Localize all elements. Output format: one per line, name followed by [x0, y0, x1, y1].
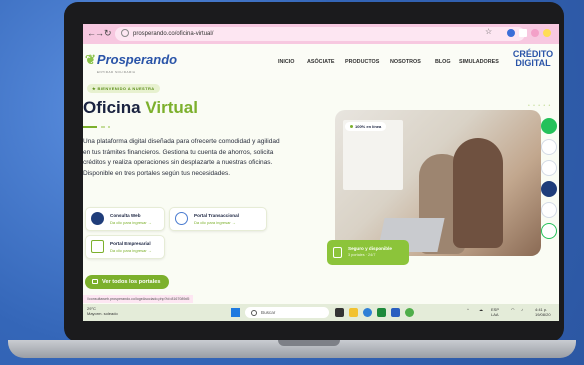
lock-icon	[333, 247, 342, 258]
logo-tagline: ENTIDAD SOLIDARIA	[97, 70, 136, 74]
laptop-notch	[278, 340, 340, 346]
portal-card-empresarial[interactable]: Portal Empresarial Da clic para ingresar…	[85, 235, 165, 259]
status-bar-url: //consultaweb.prosperando.co/logeAsociad…	[83, 295, 194, 303]
clock[interactable]: 4:41 p. 19/08/20	[535, 307, 551, 317]
quick-link-icon[interactable]	[541, 160, 557, 176]
browser-toolbar: ← → ↻ prosperando.co/oficina-virtual/ ☆	[83, 24, 559, 44]
nav-productos[interactable]: PRODUCTOS	[345, 59, 379, 65]
welcome-badge: ★ BIENVENIDO A NUESTRA	[87, 84, 160, 93]
page-title: Oficina Virtual	[83, 98, 198, 117]
building-icon	[91, 240, 104, 253]
hero-description: Una plataforma digital diseñada para ofr…	[83, 138, 280, 177]
title-underline-dot	[108, 126, 110, 128]
menu-icon[interactable]	[543, 29, 551, 37]
chat-icon	[92, 279, 98, 285]
title-underline	[83, 126, 97, 128]
tray-chevron-icon[interactable]: ^	[467, 307, 469, 312]
taskbar-search[interactable]: Buscar	[245, 307, 329, 318]
portal-card-transaccional[interactable]: Portal Transaccional Da clic para ingres…	[169, 207, 267, 231]
address-text: prosperando.co/oficina-virtual/	[133, 31, 214, 37]
nav-nosotros[interactable]: NOSOTROS	[390, 59, 421, 65]
nav-blog[interactable]: BLOG	[435, 59, 451, 65]
chatbot-icon[interactable]	[541, 223, 557, 239]
consulta-web-icon	[91, 212, 104, 225]
site-info-icon[interactable]	[121, 29, 129, 38]
quick-link-icon[interactable]	[541, 139, 557, 155]
online-badge: 100% en línea	[345, 122, 387, 131]
task-view-icon[interactable]	[335, 308, 344, 317]
extension-icon[interactable]	[507, 29, 515, 37]
screen: ← → ↻ prosperando.co/oficina-virtual/ ☆ …	[83, 24, 559, 321]
forward-icon[interactable]: →	[95, 28, 104, 38]
leaf-icon: ❦	[85, 52, 96, 67]
site-logo[interactable]: ❦Prosperando	[85, 52, 177, 68]
excel-icon[interactable]	[377, 308, 386, 317]
os-taskbar: 29°C Mayorm. soleado Buscar ^ ☁ ESP LAA ◠ …	[83, 304, 559, 321]
wifi-icon[interactable]: ◠	[511, 307, 515, 312]
credito-digital-logo[interactable]: CRÉDITO DIGITAL	[511, 50, 555, 68]
extensions-puzzle-icon[interactable]	[519, 29, 527, 37]
quick-link-icon[interactable]	[541, 202, 557, 218]
nav-simuladores[interactable]: SIMULADORES	[459, 59, 499, 65]
portal-card-consulta-web[interactable]: Consulta Web Da clic para ingresar →	[85, 207, 165, 231]
side-quick-links	[541, 118, 559, 244]
quick-link-icon[interactable]	[541, 181, 557, 197]
view-all-portals-button[interactable]: Ver todos los portales	[85, 275, 169, 289]
search-icon	[251, 309, 257, 316]
portal-transaccional-icon	[175, 212, 188, 225]
status-dot-icon	[350, 125, 353, 129]
weather-widget[interactable]: 29°C Mayorm. soleado	[87, 306, 118, 316]
secure-available-card: Seguro y disponible 3 portales · 24/7	[327, 240, 409, 265]
word-icon[interactable]	[391, 308, 400, 317]
title-underline-dot	[101, 126, 105, 128]
windows-start-icon[interactable]	[231, 308, 240, 317]
address-bar[interactable]: prosperando.co/oficina-virtual/	[115, 27, 525, 41]
reload-icon[interactable]: ↻	[104, 28, 112, 39]
cloud-icon[interactable]: ☁	[479, 307, 483, 312]
whatsapp-icon[interactable]	[541, 118, 557, 134]
hero-photo	[335, 110, 541, 256]
decorative-dots: • • • • •	[528, 103, 552, 109]
site-header: ❦Prosperando ENTIDAD SOLIDARIA INICIO AS…	[83, 44, 559, 80]
nav-inicio[interactable]: INICIO	[278, 59, 294, 65]
language-indicator[interactable]: ESP LAA	[491, 307, 499, 317]
profile-avatar[interactable]	[531, 29, 539, 37]
chrome-icon[interactable]	[405, 308, 414, 317]
edge-icon[interactable]	[363, 308, 372, 317]
bookmark-star-icon[interactable]: ☆	[485, 27, 492, 36]
file-explorer-icon[interactable]	[349, 308, 358, 317]
volume-icon[interactable]: ♪	[521, 307, 523, 312]
nav-asociate[interactable]: ASÓCIATE	[307, 59, 334, 65]
